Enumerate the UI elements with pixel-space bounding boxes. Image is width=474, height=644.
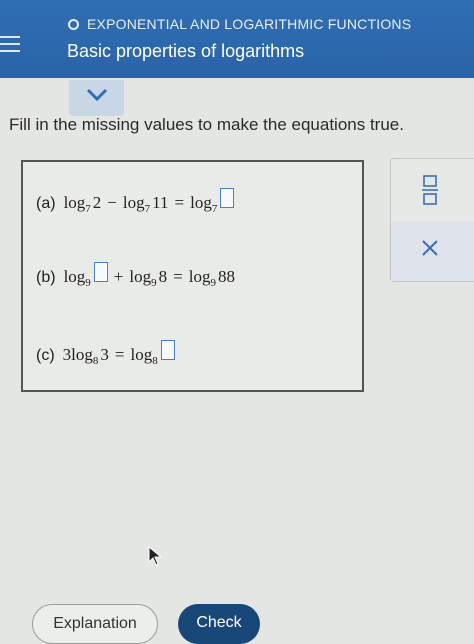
topic-label: EXPONENTIAL AND LOGARITHMIC FUNCTIONS	[87, 16, 412, 32]
equation-c: (c) 3 log 8 3 = log 8	[36, 340, 175, 367]
close-icon	[422, 240, 438, 256]
collapse-toggle[interactable]	[69, 80, 124, 116]
fraction-template-icon	[422, 175, 438, 205]
check-button[interactable]: Check	[178, 604, 260, 644]
equation-label: (c)	[36, 347, 55, 364]
equation-a: (a) log 7 2 − log 7 11 = log 7	[36, 188, 235, 215]
instructions-text: Fill in the missing values to make the e…	[9, 115, 404, 134]
circle-icon	[68, 18, 79, 30]
chevron-down-icon	[86, 88, 107, 102]
explanation-button[interactable]: Explanation	[32, 604, 158, 644]
answer-input-b[interactable]	[93, 262, 108, 282]
fraction-tool[interactable]	[391, 159, 474, 222]
answer-input-a[interactable]	[220, 188, 235, 208]
equation-label: (a)	[36, 195, 56, 212]
topic-row: EXPONENTIAL AND LOGARITHMIC FUNCTIONS	[68, 16, 411, 32]
page-title: Basic properties of logarithms	[67, 41, 305, 61]
problem-box: (a) log 7 2 − log 7 11 = log 7 (b) log 9 + l…	[21, 160, 364, 392]
equation-b: (b) log 9 + log 9 8 = log 9 88	[36, 262, 235, 289]
close-tool[interactable]	[391, 221, 474, 281]
math-tool-panel	[390, 158, 474, 282]
mouse-pointer-icon	[148, 546, 162, 566]
header-bar: EXPONENTIAL AND LOGARITHMIC FUNCTIONS Ba…	[0, 0, 474, 78]
answer-input-c[interactable]	[160, 340, 175, 360]
equation-label: (b)	[36, 269, 56, 286]
hamburger-icon[interactable]	[0, 36, 22, 56]
